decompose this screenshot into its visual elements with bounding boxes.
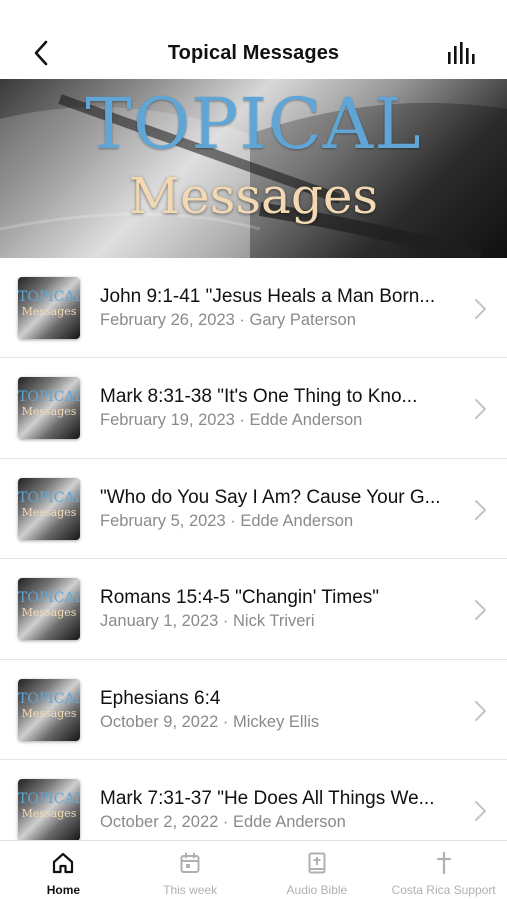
hero-banner: TOPICAL Messages (0, 79, 507, 258)
thumbnail-title-line1: TOPICAL (18, 590, 80, 607)
message-subtitle: October 9, 2022 · Mickey Ellis (100, 712, 320, 731)
message-thumbnail: TOPICAL Messages (18, 578, 80, 641)
list-item[interactable]: TOPICAL Messages John 9:1-41 "Jesus Heal… (0, 258, 507, 359)
thumbnail-title-line2: Messages (21, 706, 77, 720)
message-thumbnail: TOPICAL Messages (18, 377, 80, 440)
thumbnail-title-line1: TOPICAL (18, 790, 80, 807)
message-subtitle: February 5, 2023 · Edde Anderson (100, 511, 354, 530)
chevron-right-icon (475, 499, 486, 520)
message-subtitle: January 1, 2023 · Nick Triveri (100, 612, 315, 631)
message-title: Romans 15:4-5 "Changin' Times" (100, 587, 380, 609)
chevron-right-icon (475, 399, 486, 420)
cross-icon (436, 851, 451, 875)
back-button[interactable] (26, 38, 56, 68)
chevron-left-icon (34, 40, 48, 66)
list-item[interactable]: TOPICAL Messages Mark 8:31-38 "It's One … (0, 358, 507, 459)
message-subtitle: February 26, 2023 · Gary Paterson (100, 311, 356, 329)
thumbnail-title-line2: Messages (21, 806, 77, 820)
audio-button[interactable] (445, 40, 477, 68)
tab-label: Audio Bible (286, 883, 348, 897)
audio-bars-icon (448, 42, 475, 64)
home-icon (53, 852, 74, 874)
tab-this-week[interactable]: This week (127, 841, 254, 900)
tab-audio-bible[interactable]: Audio Bible (254, 841, 381, 900)
list-item[interactable]: TOPICAL Messages Ephesians 6:4 October 9… (0, 660, 507, 760)
message-thumbnail: TOPICAL Messages (18, 678, 80, 741)
list-item[interactable]: TOPICAL Messages Romans 15:4-5 "Changin'… (0, 559, 507, 660)
thumbnail-title-line1: TOPICAL (18, 389, 80, 406)
list-item[interactable]: TOPICAL Messages Mark 7:31-37 "He Does A… (0, 760, 507, 840)
tab-bar: Home This week Audio Bible Costa Rica Su… (0, 840, 507, 900)
chevron-right-icon (475, 800, 486, 821)
thumbnail-title-line1: TOPICAL (18, 690, 80, 707)
message-thumbnail: TOPICAL Messages (18, 277, 80, 339)
tab-label: Costa Rica Support (391, 883, 496, 897)
thumbnail-title-line2: Messages (21, 505, 77, 519)
status-bar (0, 0, 507, 28)
message-title: Mark 8:31-38 "It's One Thing to Kno... (100, 386, 418, 408)
list-item[interactable]: TOPICAL Messages "Who do You Say I Am? C… (0, 459, 507, 560)
message-subtitle: February 19, 2023 · Edde Anderson (100, 411, 363, 430)
tab-costa-rica-support[interactable]: Costa Rica Support (380, 841, 507, 900)
thumbnail-title-line1: TOPICAL (18, 289, 80, 305)
page-title: Topical Messages (167, 41, 340, 64)
thumbnail-title-line2: Messages (21, 405, 77, 419)
nav-bar: Topical Messages (0, 28, 507, 78)
message-subtitle: October 2, 2022 · Edde Anderson (100, 812, 346, 831)
tab-label: Home (46, 883, 81, 897)
calendar-icon (180, 852, 200, 873)
chevron-right-icon (475, 600, 486, 621)
hero-title-line2: Messages (128, 167, 379, 225)
tab-home[interactable]: Home (0, 841, 127, 900)
thumbnail-title-line2: Messages (21, 606, 77, 620)
message-title: Ephesians 6:4 (100, 687, 221, 709)
thumbnail-title-line2: Messages (21, 305, 77, 318)
chevron-right-icon (475, 299, 486, 319)
message-title: Mark 7:31-37 "He Does All Things We... (100, 787, 435, 809)
tab-label: This week (163, 883, 218, 897)
bible-icon (308, 852, 326, 874)
message-thumbnail: TOPICAL Messages (18, 778, 80, 840)
message-title: John 9:1-41 "Jesus Heals a Man Born... (100, 286, 436, 307)
message-thumbnail: TOPICAL Messages (18, 477, 80, 540)
hero-title-line1: TOPICAL (85, 83, 422, 165)
chevron-right-icon (475, 700, 486, 721)
thumbnail-title-line1: TOPICAL (18, 489, 80, 506)
message-list: TOPICAL Messages John 9:1-41 "Jesus Heal… (0, 258, 507, 840)
message-title: "Who do You Say I Am? Cause Your G... (100, 486, 441, 508)
